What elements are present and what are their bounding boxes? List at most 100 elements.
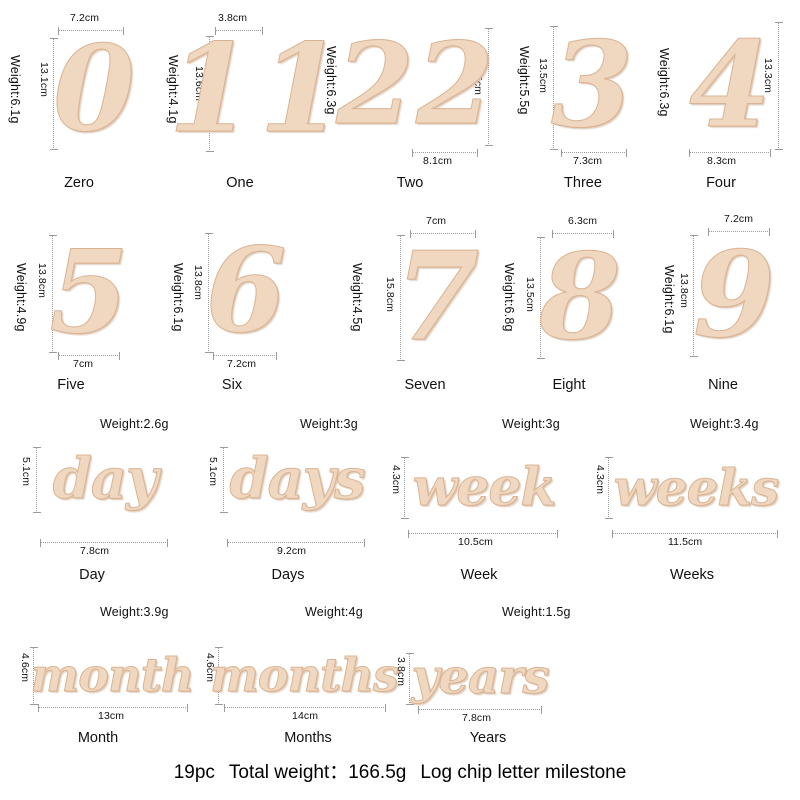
- nine-height-value: 13.8cm: [678, 273, 690, 309]
- product-item-two: Weight:6.3g 13.5cm 22 8.1cm Two: [320, 0, 505, 200]
- product-item-weeks: Weight:3.4g 4.3cm weeks 11.5cm Weeks: [590, 405, 800, 595]
- years-weight-value: Weight:1.5g: [502, 605, 571, 619]
- product-name: Log chip letter milestone: [420, 762, 627, 783]
- four-height-value: 13.3cm: [762, 58, 774, 94]
- week-label: Week: [460, 567, 498, 583]
- eight-glyph: 8: [538, 226, 622, 366]
- three-weight-value: Weight:5.5g: [517, 46, 531, 115]
- week-wood-piece: week: [408, 453, 560, 523]
- day-height-line: [33, 447, 41, 513]
- eight-height-value: 13.5cm: [524, 277, 536, 313]
- three-height-value: 13.5cm: [537, 58, 549, 94]
- seven-glyph: 7: [394, 224, 480, 369]
- nine-width-value: 7.2cm: [724, 213, 754, 225]
- three-width-line: [561, 149, 627, 157]
- month-width-line: [38, 704, 188, 712]
- product-item-years: Weight:1.5g 3.8cm years 7.8cm Years: [395, 595, 600, 760]
- product-item-week: Weight:3g 4.3cm week 10.5cm Week: [380, 405, 590, 595]
- four-weight-value: Weight:6.3g: [657, 48, 671, 117]
- six-weight-value: Weight:6.1g: [171, 263, 185, 332]
- five-width-value: 7cm: [73, 358, 94, 370]
- six-wood-piece: 6: [205, 227, 287, 355]
- days-height-value: 5.1cm: [207, 457, 219, 487]
- product-item-days: Weight:3g 5.1cm days 9.2cm Days: [195, 405, 385, 595]
- two-glyph: 22: [336, 18, 496, 150]
- weeks-weight-value: Weight:3.4g: [690, 417, 759, 431]
- day-glyph: day: [52, 446, 159, 513]
- one-label: One: [226, 175, 254, 191]
- day-height-value: 5.1cm: [20, 457, 32, 487]
- product-item-months: Weight:4g 4.6cm months 14cm Months: [204, 595, 400, 760]
- eight-wood-piece: 8: [538, 233, 621, 361]
- zero-weight-value: Weight:6.1g: [8, 55, 22, 124]
- two-wood-piece: 22: [336, 22, 495, 148]
- seven-weight-value: Weight:4.5g: [350, 263, 364, 332]
- month-weight-value: Weight:3.9g: [100, 605, 169, 619]
- days-label: Days: [271, 567, 305, 583]
- months-weight-value: Weight:4g: [305, 605, 363, 619]
- years-width-line: [418, 706, 542, 714]
- seven-label: Seven: [404, 377, 446, 393]
- years-glyph: years: [411, 649, 550, 706]
- five-width-line: [58, 352, 120, 360]
- month-height-value: 4.6cm: [19, 653, 31, 683]
- four-label: Four: [706, 175, 736, 191]
- three-glyph: 3: [550, 14, 634, 154]
- month-wood-piece: month: [30, 643, 195, 709]
- product-item-nine: 7.2cm Weight:6.1g 13.8cm 9 Nine: [640, 205, 800, 400]
- months-width-value: 14cm: [292, 710, 319, 722]
- day-width-value: 7.8cm: [80, 545, 110, 557]
- product-item-six: Weight:6.1g 13.8cm 6 7.2cm Six: [165, 205, 340, 400]
- day-width-line: [40, 539, 168, 547]
- month-glyph: month: [30, 648, 195, 703]
- three-label: Three: [564, 175, 602, 191]
- days-height-line: [220, 447, 228, 513]
- four-width-value: 8.3cm: [707, 155, 737, 167]
- years-width-value: 7.8cm: [462, 712, 492, 724]
- two-width-value: 8.1cm: [423, 155, 453, 167]
- product-item-zero: 7.2cm Weight:6.1g 13.1cm 0 Zero: [0, 0, 160, 200]
- five-label: Five: [57, 377, 85, 393]
- nine-label: Nine: [708, 377, 738, 393]
- four-glyph: 4: [688, 14, 772, 154]
- weeks-width-line: [612, 530, 778, 538]
- weeks-glyph: weeks: [613, 458, 779, 518]
- five-height-value: 13.8cm: [36, 263, 48, 299]
- years-height-line: [406, 653, 414, 705]
- days-glyph: days: [229, 446, 366, 513]
- zero-height-value: 13.1cm: [38, 62, 50, 98]
- week-width-line: [408, 530, 558, 538]
- product-item-four: Weight:6.3g 4 13.3cm 8.3cm Four: [645, 0, 800, 200]
- month-label: Month: [77, 730, 119, 746]
- product-item-five: Weight:4.9g 13.8cm 5 7cm Five: [0, 205, 165, 400]
- eight-weight-value: Weight:6.8g: [502, 263, 516, 332]
- months-label: Months: [284, 730, 332, 746]
- four-height-line: [775, 22, 783, 150]
- summary-caption: 19pc Total weight：166.5g Log chip letter m…: [0, 757, 800, 784]
- piece-count: 19pc: [173, 762, 215, 783]
- total-weight-label: Total weight：: [228, 762, 349, 783]
- five-wood-piece: 5: [49, 229, 129, 355]
- one-wood-piece: 11: [168, 26, 345, 152]
- zero-glyph: 0: [52, 18, 136, 158]
- month-width-value: 13cm: [98, 710, 125, 722]
- six-label: Six: [221, 377, 243, 393]
- two-width-line: [412, 149, 478, 157]
- four-width-line: [689, 149, 771, 157]
- week-weight-value: Weight:3g: [502, 417, 560, 431]
- nine-glyph: 9: [692, 224, 776, 364]
- product-item-one: 3.8cm Weight:4.1g 13.6cm 11 One: [160, 0, 345, 200]
- eight-label: Eight: [552, 377, 586, 393]
- three-width-value: 7.3cm: [573, 155, 603, 167]
- weeks-wood-piece: weeks: [612, 453, 780, 523]
- day-weight-value: Weight:2.6g: [100, 417, 169, 431]
- product-item-eight: 6.3cm Weight:6.8g 13.5cm 8 Eight: [490, 205, 660, 400]
- six-width-line: [213, 352, 277, 360]
- eight-width-value: 6.3cm: [568, 215, 598, 227]
- day-wood-piece: day: [40, 443, 170, 517]
- product-item-day: Weight:2.6g 5.1cm day 7.8cm Day: [0, 405, 200, 595]
- six-height-value: 13.8cm: [192, 265, 204, 301]
- three-wood-piece: 3: [550, 20, 633, 150]
- years-wood-piece: years: [411, 647, 550, 709]
- week-height-line: [401, 457, 409, 519]
